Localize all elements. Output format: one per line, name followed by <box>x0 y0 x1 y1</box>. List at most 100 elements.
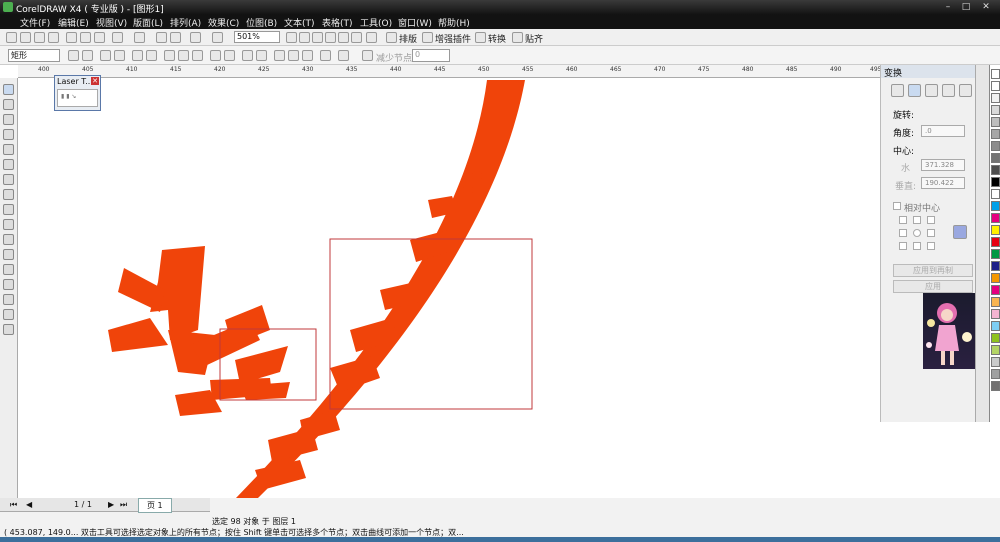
paste-icon[interactable] <box>94 32 105 43</box>
menu-table[interactable]: 表格(T) <box>322 16 353 29</box>
fill-tool-icon[interactable] <box>3 309 14 320</box>
zoom-width-icon[interactable] <box>351 32 362 43</box>
basic-shapes-tool-icon[interactable] <box>3 219 14 230</box>
close-icon[interactable]: ✕ <box>91 77 99 85</box>
reduce-nodes-input[interactable]: 0 <box>412 49 450 62</box>
anchor-ml[interactable] <box>899 229 907 237</box>
zoom-tool-icon[interactable] <box>3 129 14 140</box>
anchor-center[interactable] <box>913 229 921 237</box>
swatch[interactable] <box>991 261 1000 271</box>
swatch[interactable] <box>991 165 1000 175</box>
apply-to-duplicate-button[interactable]: 应用到再制 <box>893 264 973 277</box>
to-curve-icon[interactable] <box>146 50 157 61</box>
anchor-mr[interactable] <box>927 229 935 237</box>
crop-tool-icon[interactable] <box>3 114 14 125</box>
menu-text[interactable]: 文本(T) <box>284 16 315 29</box>
arc-notch[interactable] <box>255 460 306 490</box>
size-tab-icon[interactable] <box>942 84 955 97</box>
align-icon[interactable] <box>512 32 523 43</box>
cut-icon[interactable] <box>66 32 77 43</box>
center-v-input[interactable]: 190.422 <box>921 177 965 189</box>
plugin-label[interactable]: 增强插件 <box>435 32 471 45</box>
swatch[interactable] <box>991 141 1000 151</box>
angle-input[interactable]: .0 <box>921 125 965 137</box>
pick-tool-icon[interactable] <box>3 84 14 95</box>
delete-node-icon[interactable] <box>82 50 93 61</box>
swatch[interactable] <box>991 273 1000 283</box>
convert-icon[interactable] <box>475 32 486 43</box>
interactive-fill-tool-icon[interactable] <box>3 324 14 335</box>
text-tool-icon[interactable] <box>3 234 14 245</box>
glyph-shape[interactable] <box>108 246 290 416</box>
swatch[interactable] <box>991 225 1000 235</box>
zoom-out-icon[interactable] <box>299 32 310 43</box>
apply-button[interactable]: 应用 <box>893 280 973 293</box>
align-nodes-icon[interactable] <box>274 50 285 61</box>
plugin-icon[interactable] <box>422 32 433 43</box>
menu-file[interactable]: 文件(F) <box>20 16 50 29</box>
join-nodes-icon[interactable] <box>100 50 111 61</box>
break-curve-icon[interactable] <box>114 50 125 61</box>
menu-view[interactable]: 视图(V) <box>96 16 127 29</box>
application-launcher-icon[interactable] <box>190 32 201 43</box>
swatch[interactable] <box>991 237 1000 247</box>
cusp-node-icon[interactable] <box>164 50 175 61</box>
menu-help[interactable]: 帮助(H) <box>438 16 470 29</box>
swatch[interactable] <box>991 309 1000 319</box>
menu-layout[interactable]: 版面(L) <box>133 16 163 29</box>
smart-fill-tool-icon[interactable] <box>3 159 14 170</box>
swatch[interactable] <box>991 105 1000 115</box>
menu-effects[interactable]: 效果(C) <box>208 16 239 29</box>
swatch[interactable] <box>991 177 1000 187</box>
drawing-canvas[interactable] <box>19 79 880 498</box>
redo-icon[interactable] <box>134 32 145 43</box>
elastic-mode-icon[interactable] <box>320 50 331 61</box>
close-icon[interactable]: ✕ <box>978 1 994 13</box>
minimize-icon[interactable]: – <box>940 1 956 13</box>
welcome-screen-icon[interactable] <box>212 32 223 43</box>
symmetric-node-icon[interactable] <box>192 50 203 61</box>
docker-tab-strip[interactable] <box>975 65 989 422</box>
undo-icon[interactable] <box>112 32 123 43</box>
menu-edit[interactable]: 编辑(E) <box>58 16 89 29</box>
zoom-select[interactable]: 501% <box>234 31 280 43</box>
position-tab-icon[interactable] <box>891 84 904 97</box>
anchor-tl[interactable] <box>899 216 907 224</box>
rectangle-tool-icon[interactable] <box>3 174 14 185</box>
swatch[interactable] <box>991 153 1000 163</box>
outline-tool-icon[interactable] <box>3 294 14 305</box>
swatch[interactable] <box>991 93 1000 103</box>
reduce-nodes-icon[interactable] <box>362 50 373 61</box>
last-page-icon[interactable]: ⏭ <box>120 500 127 510</box>
stretch-nodes-icon[interactable] <box>242 50 253 61</box>
to-line-icon[interactable] <box>132 50 143 61</box>
zoom-selected-icon[interactable] <box>312 32 323 43</box>
eyedropper-tool-icon[interactable] <box>3 279 14 290</box>
swatch[interactable] <box>991 249 1000 259</box>
freehand-tool-icon[interactable] <box>3 144 14 155</box>
menu-window[interactable]: 窗口(W) <box>398 16 432 29</box>
menu-tools[interactable]: 工具(O) <box>360 16 392 29</box>
swatch[interactable] <box>991 81 1000 91</box>
center-h-input[interactable]: 371.328 <box>921 159 965 171</box>
shape-tool-icon[interactable] <box>3 99 14 110</box>
mirror-h-icon[interactable] <box>288 50 299 61</box>
extend-curve-icon[interactable] <box>224 50 235 61</box>
mirror-v-icon[interactable] <box>302 50 313 61</box>
swatch[interactable] <box>991 285 1000 295</box>
orange-arc-band[interactable] <box>236 80 525 498</box>
zoom-in-icon[interactable] <box>286 32 297 43</box>
layout-label[interactable]: 排版 <box>399 32 417 45</box>
new-icon[interactable] <box>6 32 17 43</box>
anchor-tc[interactable] <box>913 216 921 224</box>
shape-select[interactable]: 矩形 <box>8 49 60 62</box>
open-icon[interactable] <box>20 32 31 43</box>
layout-icon[interactable] <box>386 32 397 43</box>
swatch[interactable] <box>991 321 1000 331</box>
swatch[interactable] <box>991 129 1000 139</box>
print-icon[interactable] <box>48 32 59 43</box>
maximize-icon[interactable]: □ <box>958 1 974 13</box>
anchor-br[interactable] <box>927 242 935 250</box>
align-label[interactable]: 贴齐 <box>525 32 543 45</box>
add-node-icon[interactable] <box>68 50 79 61</box>
